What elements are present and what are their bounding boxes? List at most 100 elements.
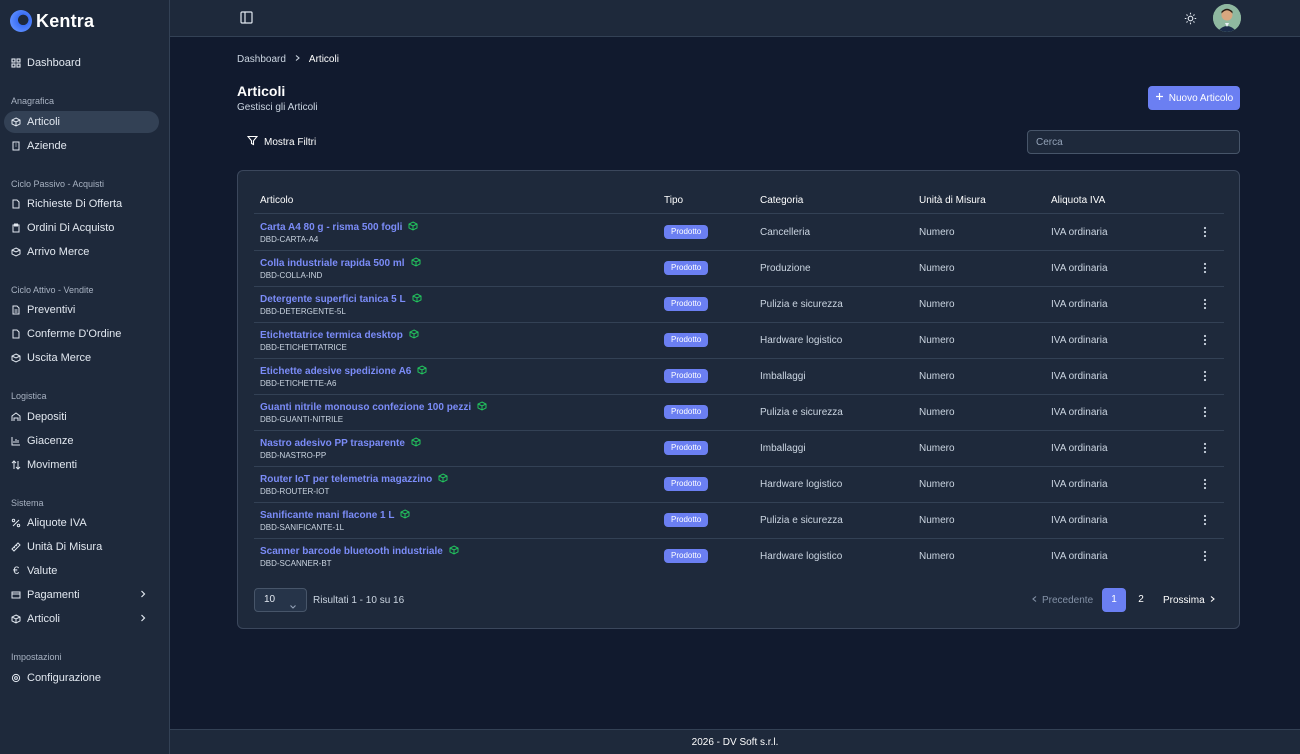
table-row[interactable]: Etichette adesive spedizione A6 DBD-ETICH… [254,358,1224,394]
sidebar-item-valute[interactable]: € Valute [4,560,159,582]
document-icon [11,199,21,209]
column-header-tipo[interactable]: Tipo [664,195,683,206]
article-name-link[interactable]: Etichettatrice termica desktop [260,329,419,342]
article-name: Carta A4 80 g - risma 500 fogli [260,222,403,233]
show-filters-button[interactable]: Mostra Filtri [246,134,316,150]
product-box-icon [409,329,419,342]
nav-group-label: Anagrafica [11,96,55,106]
building-icon [11,141,21,151]
breadcrumb-home-link[interactable]: Dashboard [237,54,286,65]
vat-cell: IVA ordinaria [1051,263,1108,274]
more-vertical-icon[interactable] [1199,333,1211,347]
sidebar-item-arrivo-merce[interactable]: Arrivo Merce [4,241,159,263]
sidebar-item-preventivi[interactable]: Preventivi [4,299,159,321]
nav-group-label: Ciclo Attivo - Vendite [11,285,94,295]
nav-group-label: Ciclo Passivo - Acquisti [11,179,105,189]
unit-cell: Numero [919,263,955,274]
table-row[interactable]: Colla industriale rapida 500 ml DBD-COLLA… [254,250,1224,286]
column-header-aliquota-iva[interactable]: Aliquota IVA [1051,195,1105,206]
page-button-1[interactable]: 1 [1102,588,1126,612]
new-article-button[interactable]: Nuovo Articolo [1148,86,1240,110]
table-row[interactable]: Carta A4 80 g - risma 500 fogli DBD-CARTA… [254,214,1224,250]
sidebar-item-richieste-di-offerta[interactable]: Richieste Di Offerta [4,193,159,215]
unit-cell: Numero [919,227,955,238]
sidebar-item-pagamenti[interactable]: Pagamenti [4,584,159,606]
next-page-button[interactable]: Prossima [1163,595,1216,606]
gear-icon [11,673,21,683]
sidebar-toggle-icon[interactable] [240,11,253,24]
article-name-link[interactable]: Scanner barcode bluetooth industriale [260,545,459,558]
table-row[interactable]: Sanificante mani flacone 1 L DBD-SANIFICA… [254,502,1224,538]
more-vertical-icon[interactable] [1199,405,1211,419]
article-code: DBD-NASTRO-PP [260,451,327,460]
article-name-link[interactable]: Colla industriale rapida 500 ml [260,257,421,270]
table-row[interactable]: Nastro adesivo PP trasparente DBD-NASTRO-… [254,430,1224,466]
vat-cell: IVA ordinaria [1051,551,1108,562]
sun-icon[interactable] [1184,12,1197,25]
box-icon [11,117,21,127]
clipboard-icon [11,223,21,233]
more-vertical-icon[interactable] [1199,549,1211,563]
more-vertical-icon[interactable] [1199,477,1211,491]
sidebar-item-depositi[interactable]: Depositi [4,406,159,428]
page-button-2[interactable]: 2 [1129,588,1153,612]
sidebar-item-dashboard[interactable]: Dashboard [4,52,159,74]
article-name-link[interactable]: Etichette adesive spedizione A6 [260,365,427,378]
unit-cell: Numero [919,515,955,526]
more-vertical-icon[interactable] [1199,369,1211,383]
article-name-link[interactable]: Router IoT per telemetria magazzino [260,473,448,486]
product-box-icon [411,437,421,450]
type-badge: Prodotto [664,477,709,491]
article-name-link[interactable]: Guanti nitrile monouso confezione 100 pe… [260,401,487,414]
vat-cell: IVA ordinaria [1051,299,1108,310]
previous-page-button[interactable]: Precedente [1031,595,1093,606]
sidebar-item-unita-di-misura[interactable]: Unità Di Misura [4,536,159,558]
more-vertical-icon[interactable] [1199,513,1211,527]
avatar[interactable] [1213,4,1241,32]
category-cell: Imballaggi [760,371,806,382]
sidebar-item-giacenze[interactable]: Giacenze [4,430,159,452]
column-header-unita-di-misura[interactable]: Unità di Misura [919,195,986,206]
results-count: Risultati 1 - 10 su 16 [313,595,405,606]
article-name: Etichettatrice termica desktop [260,330,403,341]
article-name-link[interactable]: Sanificante mani flacone 1 L [260,509,410,522]
page-size-select[interactable]: 10 [254,588,307,612]
kentra-logo-icon [10,10,32,32]
column-header-articolo[interactable]: Articolo [260,195,293,206]
sidebar-item-articoli[interactable]: Articoli [4,111,159,133]
brand[interactable]: Kentra [10,9,94,33]
vat-cell: IVA ordinaria [1051,227,1108,238]
article-name: Detergente superfici tanica 5 L [260,294,406,305]
table-row[interactable]: Scanner barcode bluetooth industriale DBD… [254,538,1224,574]
more-vertical-icon[interactable] [1199,297,1211,311]
table-row[interactable]: Etichettatrice termica desktop DBD-ETICHE… [254,322,1224,358]
sidebar-item-label: Uscita Merce [27,352,92,364]
sidebar-item-ordini-di-acquisto[interactable]: Ordini Di Acquisto [4,217,159,239]
nav-group-label: Logistica [11,391,47,401]
article-name-link[interactable]: Carta A4 80 g - risma 500 fogli [260,221,418,234]
product-box-icon [400,509,410,522]
euro-icon: € [12,565,20,577]
more-vertical-icon[interactable] [1199,225,1211,239]
article-name-link[interactable]: Nastro adesivo PP trasparente [260,437,421,450]
sidebar-item-configurazione[interactable]: Configurazione [4,667,159,689]
sidebar-item-aziende[interactable]: Aziende [4,135,159,157]
table-row[interactable]: Guanti nitrile monouso confezione 100 pe… [254,394,1224,430]
chevron-right-icon[interactable] [139,613,147,626]
sidebar-item-label: Conferme D'Ordine [27,328,122,340]
warehouse-icon [11,412,21,422]
sidebar-item-conferme-d-ordine[interactable]: Conferme D'Ordine [4,323,159,345]
sidebar-item-movimenti[interactable]: Movimenti [4,454,159,476]
more-vertical-icon[interactable] [1199,441,1211,455]
table-row[interactable]: Detergente superfici tanica 5 L DBD-DETER… [254,286,1224,322]
sidebar-item-uscita-merce[interactable]: Uscita Merce [4,347,159,369]
sidebar-item-aliquote-iva[interactable]: Aliquote IVA [4,512,159,534]
column-header-categoria[interactable]: Categoria [760,195,803,206]
sidebar-item-articoli-settings[interactable]: Articoli [4,608,159,630]
file-check-icon [11,329,21,339]
table-row[interactable]: Router IoT per telemetria magazzino DBD-R… [254,466,1224,502]
chevron-right-icon[interactable] [139,589,147,602]
article-name-link[interactable]: Detergente superfici tanica 5 L [260,293,422,306]
more-vertical-icon[interactable] [1199,261,1211,275]
search-input[interactable] [1027,130,1240,154]
